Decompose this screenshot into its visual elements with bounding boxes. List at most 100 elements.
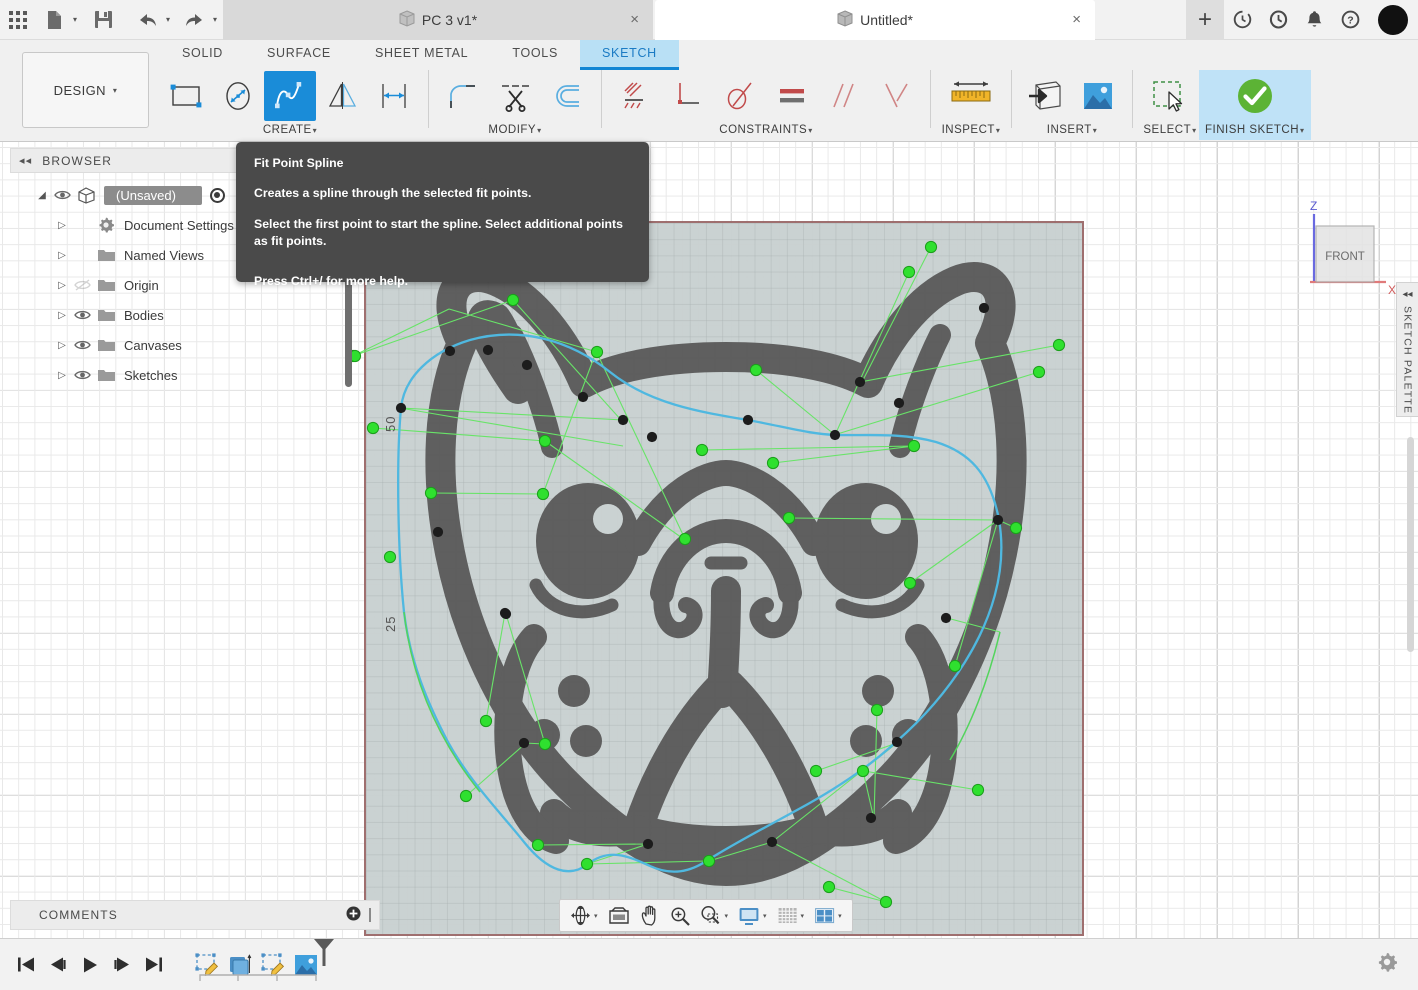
trim-tool[interactable] [489, 71, 541, 121]
insert-canvas-tool[interactable] [1072, 71, 1124, 121]
zoom-window-tool[interactable]: ▾ [695, 900, 734, 931]
chevron-down-icon[interactable]: ▾ [725, 912, 729, 920]
collapse-left-icon[interactable]: ◂◂ [19, 154, 32, 167]
orbit-tool[interactable]: ▾ [565, 900, 603, 931]
viewports[interactable]: ▾ [809, 900, 847, 931]
timeline-play[interactable] [74, 939, 106, 990]
help-icon[interactable]: ? [1332, 0, 1368, 40]
add-comment-icon[interactable] [346, 906, 361, 925]
collapse-left-icon[interactable]: ◂◂ [1402, 289, 1412, 300]
chevron-down-icon[interactable]: ▾ [838, 912, 842, 920]
timeline-go-to-end[interactable] [138, 939, 170, 990]
redo-icon[interactable] [176, 0, 212, 40]
chevron-down-icon[interactable]: ▾ [213, 15, 217, 24]
visibility-eye-icon[interactable] [70, 309, 94, 321]
mirror-tool[interactable] [316, 71, 368, 121]
chevron-down-icon[interactable]: ▾ [763, 912, 767, 920]
expander-icon[interactable]: ▷ [54, 340, 70, 351]
document-tab-active[interactable]: Untitled* × [655, 0, 1096, 40]
expander-icon[interactable]: ◢ [34, 190, 50, 201]
settings-gear-icon[interactable] [1376, 951, 1398, 978]
expander-icon[interactable]: ▷ [54, 220, 70, 231]
redo-button[interactable]: ▾ [176, 0, 217, 40]
chevron-down-icon[interactable]: ▾ [594, 912, 598, 920]
user-avatar[interactable] [1378, 4, 1408, 35]
measure-tool[interactable] [939, 71, 1003, 121]
save-icon[interactable] [85, 0, 121, 40]
panel-modify-label[interactable]: MODIFY▾ [488, 124, 541, 136]
expander-icon[interactable]: ▷ [54, 250, 70, 261]
sketch-palette-tab[interactable]: ◂◂ SKETCH PALETTE [1396, 282, 1418, 417]
panel-constraints-label[interactable]: CONSTRAINTS▾ [719, 124, 812, 136]
workspace-switcher[interactable]: DESIGN ▾ [22, 52, 149, 128]
zoom-in-tool[interactable] [665, 900, 695, 931]
equal-constraint[interactable] [766, 71, 818, 121]
new-document-icon[interactable] [36, 0, 72, 40]
undo-icon[interactable] [129, 0, 165, 40]
display-settings[interactable]: ▾ [733, 900, 772, 931]
comments-resize-handle[interactable] [369, 908, 371, 922]
chevron-down-icon[interactable]: ▾ [166, 15, 170, 24]
parallel-constraint[interactable] [818, 71, 870, 121]
ellipse-tool[interactable] [212, 71, 264, 121]
view-cube[interactable]: Z X FRONT [1294, 190, 1404, 300]
timeline-step-back[interactable] [42, 939, 74, 990]
activate-radio[interactable] [209, 187, 225, 203]
chevron-down-icon[interactable]: ▾ [73, 15, 77, 24]
panel-create-label[interactable]: CREATE▾ [263, 124, 317, 136]
look-at-tool[interactable] [603, 900, 635, 931]
fillet-tool[interactable] [437, 71, 489, 121]
visibility-eye-icon[interactable] [70, 369, 94, 381]
fit-point-spline-tool[interactable] [264, 71, 316, 121]
new-document-button[interactable]: ▾ [36, 0, 77, 40]
tab-tools[interactable]: TOOLS [490, 40, 580, 67]
tangent-constraint[interactable] [714, 71, 766, 121]
tree-item-sketches[interactable]: ▷ Sketches [10, 360, 360, 390]
new-tab-button[interactable]: + [1186, 0, 1224, 40]
offset-tool[interactable] [541, 71, 593, 121]
tab-solid[interactable]: SOLID [160, 40, 245, 67]
canvas-image-french-bulldog[interactable] [364, 221, 1084, 936]
tab-surface[interactable]: SURFACE [245, 40, 353, 67]
rectangle-tool[interactable] [160, 71, 212, 121]
coincident-constraint[interactable] [662, 71, 714, 121]
chevron-down-icon[interactable]: ▾ [801, 912, 805, 920]
select-tool[interactable] [1141, 71, 1199, 121]
tree-item-bodies[interactable]: ▷ Bodies [10, 300, 360, 330]
tree-item-label: (Unsaved) [104, 185, 202, 205]
timeline-end-marker[interactable] [312, 937, 336, 967]
timeline-go-to-beginning[interactable] [10, 939, 42, 990]
timeline-step-forward[interactable] [106, 939, 138, 990]
visibility-eye-icon[interactable] [70, 339, 94, 351]
panel-inspect-label[interactable]: INSPECT▾ [942, 124, 1001, 136]
job-status-icon[interactable] [1224, 0, 1260, 40]
undo-button[interactable]: ▾ [129, 0, 170, 40]
panel-insert-label[interactable]: INSERT▾ [1047, 124, 1097, 136]
finish-sketch-button[interactable] [1209, 71, 1301, 121]
pan-tool[interactable] [635, 900, 665, 931]
tab-sheet-metal[interactable]: SHEET METAL [353, 40, 490, 67]
grid-snaps[interactable]: ▾ [772, 900, 810, 931]
expander-icon[interactable]: ▷ [54, 370, 70, 381]
visibility-eye-off-icon[interactable] [70, 279, 94, 291]
expander-icon[interactable]: ▷ [54, 280, 70, 291]
notifications-icon[interactable] [1296, 0, 1332, 40]
visibility-eye-icon[interactable] [50, 189, 74, 201]
canvas-vertical-scrollbar[interactable] [1407, 437, 1414, 652]
panel-finish-sketch-label[interactable]: FINISH SKETCH▾ [1205, 124, 1305, 136]
panel-finish-sketch[interactable]: FINISH SKETCH▾ [1199, 70, 1311, 140]
comments-panel[interactable]: COMMENTS [10, 900, 380, 930]
panel-select-label[interactable]: SELECT▾ [1143, 124, 1196, 136]
tab-sketch[interactable]: SKETCH [580, 40, 679, 70]
document-tab-inactive[interactable]: PC 3 v1* × [223, 0, 654, 40]
apps-grid-icon[interactable] [0, 0, 36, 40]
expander-icon[interactable]: ▷ [54, 310, 70, 321]
close-icon[interactable]: × [630, 12, 639, 27]
perpendicular-constraint[interactable] [870, 71, 922, 121]
tree-item-canvases[interactable]: ▷ Canvases [10, 330, 360, 360]
insert-derive-tool[interactable] [1020, 71, 1072, 121]
recent-icon[interactable] [1260, 0, 1296, 40]
close-icon[interactable]: × [1072, 12, 1081, 27]
horizontal-vertical-constraint[interactable] [610, 71, 662, 121]
sketch-dimension-tool[interactable] [368, 71, 420, 121]
